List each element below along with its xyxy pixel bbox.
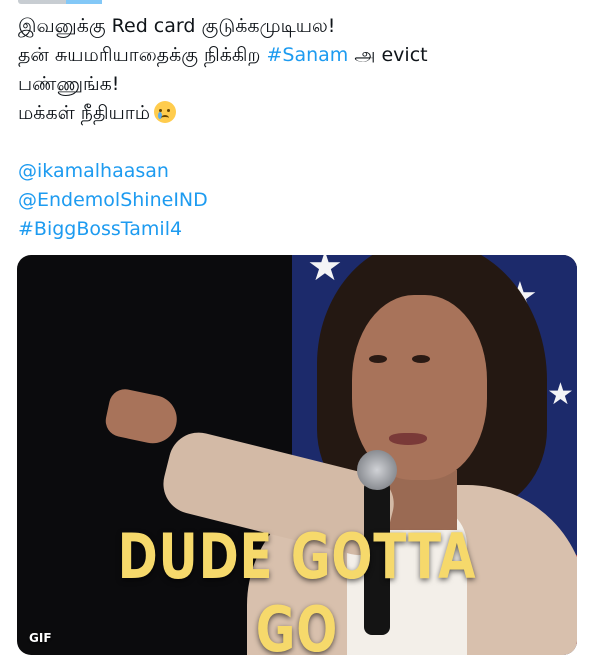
tweet-line-3: பண்ணுங்க! xyxy=(18,73,120,95)
hashtag-biggbosstamil4-link[interactable]: #BiggBossTamil4 xyxy=(18,215,588,244)
gif-media[interactable]: ★ ★ ★ ★ DUDE GOTTA GO GIF xyxy=(17,255,577,655)
tweet-line-1: இவனுக்கு Red card குடுக்கமுடியல! xyxy=(18,15,336,37)
tweet-line-2-text: தன் சுயமரியாதைக்கு நிக்கிற xyxy=(18,44,267,66)
gif-badge: GIF xyxy=(29,631,52,645)
tweet-line-2-suffix: அ evict xyxy=(348,44,428,66)
previous-content-strip xyxy=(0,0,600,8)
pointing-hand xyxy=(102,386,182,448)
left-eye xyxy=(369,355,387,363)
gif-caption: DUDE GOTTA GO xyxy=(117,520,477,655)
tweet-text: இவனுக்கு Red card குடுக்கமுடியல! தன் சுய… xyxy=(18,12,588,244)
person-mouth xyxy=(389,433,427,445)
tweet-line-4-text: மக்கள் நீதியாம் xyxy=(18,102,151,124)
mention-ikamalhaasan-link[interactable]: @ikamalhaasan xyxy=(18,157,588,186)
microphone-icon xyxy=(357,450,397,490)
star-icon: ★ xyxy=(307,255,343,290)
hashtag-sanam-link[interactable]: #Sanam xyxy=(266,44,348,66)
star-icon: ★ xyxy=(547,377,574,412)
crying-face-icon xyxy=(154,101,177,123)
truncated-header-fragment xyxy=(18,0,138,4)
tweet-line-2: தன் சுயமரியாதைக்கு நிக்கிற #Sanam அ evic… xyxy=(18,41,588,70)
tweet-line-4: மக்கள் நீதியாம் xyxy=(18,99,588,128)
mention-endemolshineind-link[interactable]: @EndemolShineIND xyxy=(18,186,588,215)
right-eye xyxy=(412,355,430,363)
